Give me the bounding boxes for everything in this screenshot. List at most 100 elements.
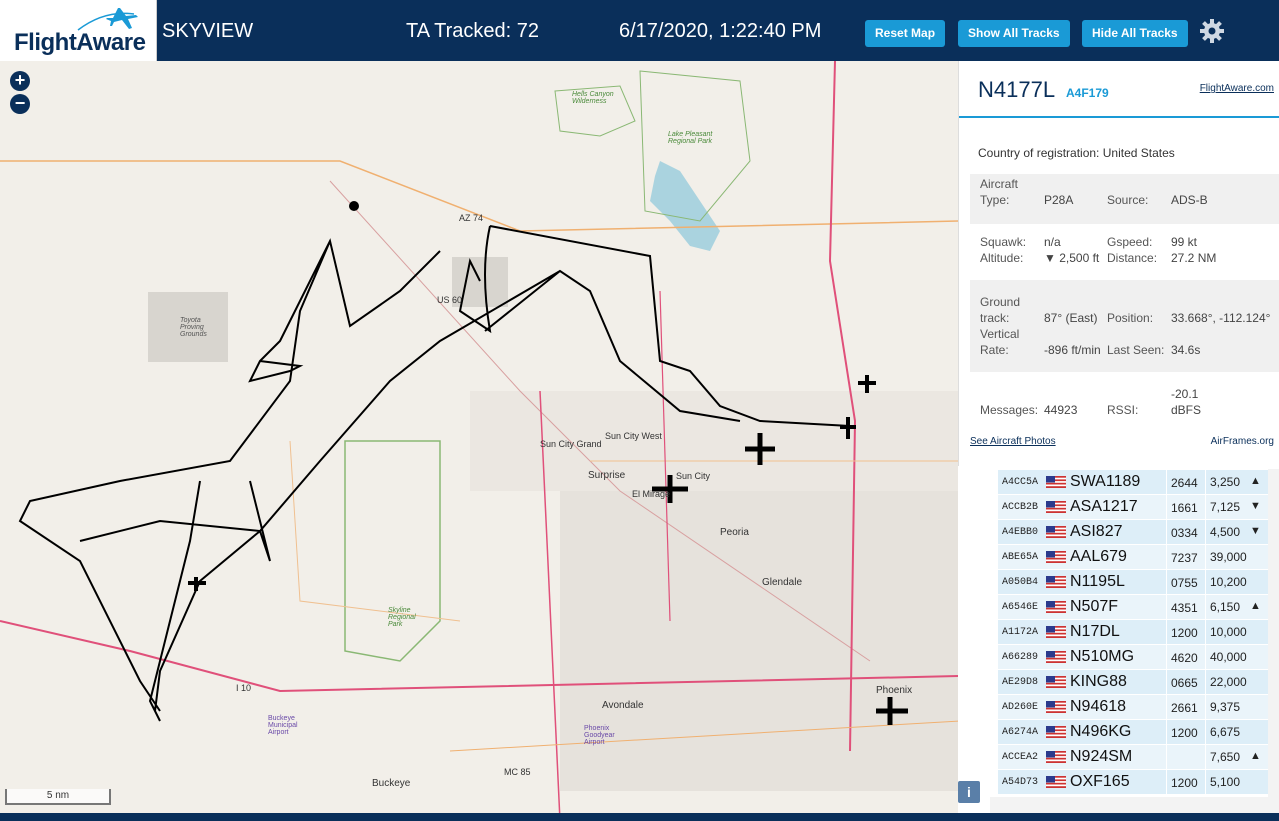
aircraft-photos-link[interactable]: See Aircraft Photos: [970, 436, 1056, 447]
row-hex: A4EBB0: [1002, 527, 1039, 538]
flightaware-link[interactable]: FlightAware.com: [1200, 83, 1274, 94]
place-label: Buckeye: [372, 778, 411, 789]
row-callsign: AAL679: [1070, 548, 1127, 565]
row-hex: AE29D8: [1002, 677, 1039, 688]
table-row[interactable]: A4CC5A SWA1189 2644 3,250 ▲: [998, 470, 1268, 494]
gear-icon[interactable]: [1198, 17, 1226, 45]
place-label: Sun City West: [605, 431, 662, 441]
type-label: Aircraft Type:: [980, 177, 1019, 207]
place-label: Sun City Grand: [540, 439, 602, 449]
horizontal-scrollbar[interactable]: [990, 797, 1279, 813]
source-value: ADS-B: [1171, 193, 1208, 207]
row-squawk: 2661: [1171, 701, 1198, 715]
place-label: Glendale: [762, 577, 803, 588]
table-row[interactable]: AD260E N94618 2661 9,375: [998, 695, 1268, 719]
track-box: Ground track: 87° (East) Position: 33.66…: [970, 280, 1279, 372]
us-flag-icon: [1046, 551, 1066, 563]
place-label: El Mirage: [632, 489, 671, 499]
distance-label: Distance:: [1107, 251, 1158, 265]
country-value: United States: [1102, 146, 1175, 160]
squawk-label: Squawk:: [980, 235, 1027, 249]
position-value: 33.668°, -112.124°: [1171, 311, 1271, 325]
place-label: Lake Pleasant Regional Park: [668, 131, 713, 145]
map-view[interactable]: Surprise Sun City El Mirage Peoria Glend…: [0, 61, 958, 821]
row-squawk: 1200: [1171, 626, 1198, 640]
row-trend: ▼: [1250, 500, 1261, 512]
place-label: Hells Canyon Wilderness: [572, 91, 614, 105]
type-box: Aircraft Type: P28A Source: ADS-B: [970, 174, 1279, 224]
row-trend: ▼: [1250, 525, 1261, 537]
flightaware-logo[interactable]: FlightAware: [0, 0, 157, 61]
us-flag-icon: [1046, 601, 1066, 613]
road-label: US 60: [437, 295, 463, 305]
row-hex: ACCB2B: [1002, 502, 1039, 513]
us-flag-icon: [1046, 676, 1066, 688]
row-squawk: 0665: [1171, 676, 1198, 690]
table-row[interactable]: A54D73 OXF165 1200 5,100: [998, 770, 1268, 794]
aircraft-table[interactable]: A4CC5A SWA1189 2644 3,250 ▲ ACCB2B ASA1217 1661…: [998, 469, 1268, 797]
info-button[interactable]: i: [958, 781, 980, 803]
row-hex: A54D73: [1002, 777, 1039, 788]
aircraft-hex: A4F179: [1066, 86, 1109, 100]
lastseen-value: 34.6s: [1171, 343, 1201, 357]
table-row[interactable]: A6546E N507F 4351 6,150 ▲: [998, 595, 1268, 619]
track-label: Ground track:: [980, 295, 1021, 325]
us-flag-icon: [1046, 526, 1066, 538]
rssi-value: -20.1 dBFS: [1171, 387, 1202, 417]
altitude-value: ▼ 2,500 ft: [1044, 251, 1100, 265]
country-row: Country of registration: United States: [978, 146, 1175, 160]
airframes-link[interactable]: AirFrames.org: [1211, 436, 1274, 447]
track-value: 87° (East): [1044, 311, 1098, 325]
bottom-strip: [0, 813, 1279, 821]
vertical-scrollbar[interactable]: [1268, 469, 1279, 797]
row-altitude: 22,000: [1210, 675, 1247, 689]
row-altitude: 6,150: [1210, 600, 1241, 614]
us-flag-icon: [1046, 701, 1066, 713]
squawk-value: n/a: [1044, 235, 1061, 249]
zoom-out-button[interactable]: −: [10, 94, 30, 114]
row-squawk: 1200: [1171, 776, 1198, 790]
us-flag-icon: [1046, 651, 1066, 663]
messages-value: 44923: [1044, 403, 1078, 417]
row-callsign: OXF165: [1070, 773, 1130, 790]
row-callsign: ASA1217: [1070, 498, 1138, 515]
row-trend: ▲: [1250, 750, 1261, 762]
row-hex: ACCEA2: [1002, 752, 1039, 763]
hide-all-tracks-button[interactable]: Hide All Tracks: [1082, 20, 1188, 47]
table-row[interactable]: A66289 N510MG 4620 40,000: [998, 645, 1268, 669]
aircraft-registration: N4177L: [978, 77, 1056, 102]
table-row[interactable]: AE29D8 KING88 0665 22,000: [998, 670, 1268, 694]
us-flag-icon: [1046, 726, 1066, 738]
row-hex: A4CC5A: [1002, 477, 1039, 488]
position-label: Position:: [1107, 311, 1154, 325]
lastseen-label: Last Seen:: [1107, 343, 1165, 357]
row-squawk: 7237: [1171, 551, 1198, 565]
row-callsign: KING88: [1070, 673, 1127, 690]
row-altitude: 10,200: [1210, 575, 1247, 589]
squawk-box: Squawk: n/a Gspeed: 99 kt Altitude: ▼ 2,…: [970, 224, 1279, 280]
row-hex: A6546E: [1002, 602, 1039, 613]
table-row[interactable]: ACCEA2 N924SM 7,650 ▲: [998, 745, 1268, 769]
row-callsign: N1195L: [1070, 573, 1125, 590]
row-altitude: 3,250: [1210, 475, 1241, 489]
show-all-tracks-button[interactable]: Show All Tracks: [958, 20, 1070, 47]
row-callsign: N507F: [1070, 598, 1119, 615]
us-flag-icon: [1046, 751, 1066, 763]
table-row[interactable]: A1172A N17DL 1200 10,000: [998, 620, 1268, 644]
road-label: AZ 74: [459, 213, 484, 223]
place-label: Surprise: [588, 470, 626, 481]
reset-map-button[interactable]: Reset Map: [865, 20, 946, 47]
row-callsign: N94618: [1070, 698, 1127, 715]
table-row[interactable]: ACCB2B ASA1217 1661 7,125 ▼: [998, 495, 1268, 519]
row-hex: AD260E: [1002, 702, 1039, 713]
zoom-in-button[interactable]: +: [10, 71, 30, 91]
row-altitude: 7,125: [1210, 500, 1241, 514]
table-row[interactable]: A6274A N496KG 1200 6,675: [998, 720, 1268, 744]
gspeed-value: 99 kt: [1171, 235, 1198, 249]
row-callsign: N924SM: [1070, 748, 1133, 765]
table-row[interactable]: A4EBB0 ASI827 0334 4,500 ▼: [998, 520, 1268, 544]
row-squawk: 1200: [1171, 726, 1198, 740]
table-row[interactable]: ABE65A AAL679 7237 39,000: [998, 545, 1268, 569]
table-row[interactable]: A050B4 N1195L 0755 10,200: [998, 570, 1268, 594]
place-label: Toyota Proving Grounds: [180, 317, 207, 338]
